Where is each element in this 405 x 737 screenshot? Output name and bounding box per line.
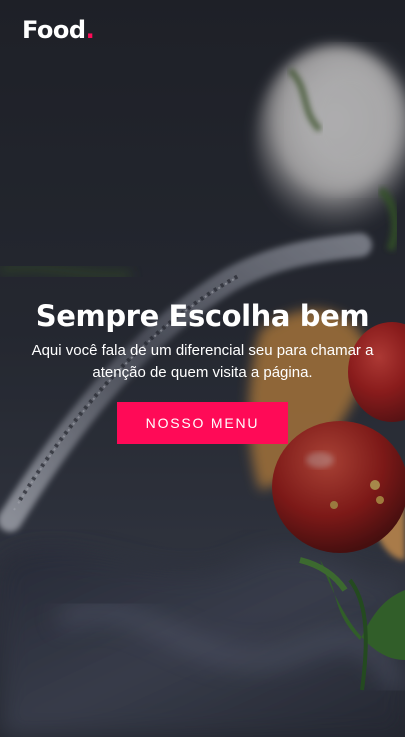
hero-section: Sempre Escolha bem Aqui você fala de um … (0, 298, 405, 444)
logo-text: Food (22, 16, 86, 44)
hero-title: Sempre Escolha bem (35, 299, 370, 333)
landing-page: Food. Sempre Escolha bem Aqui você fala … (0, 0, 405, 737)
hero-description: Aqui você fala de um diferencial seu par… (31, 342, 374, 381)
brand-logo[interactable]: Food. (22, 16, 95, 44)
menu-button[interactable]: NOSSO MENU (117, 402, 288, 444)
site-header: Food. (22, 14, 95, 46)
logo-dot: . (85, 16, 95, 44)
